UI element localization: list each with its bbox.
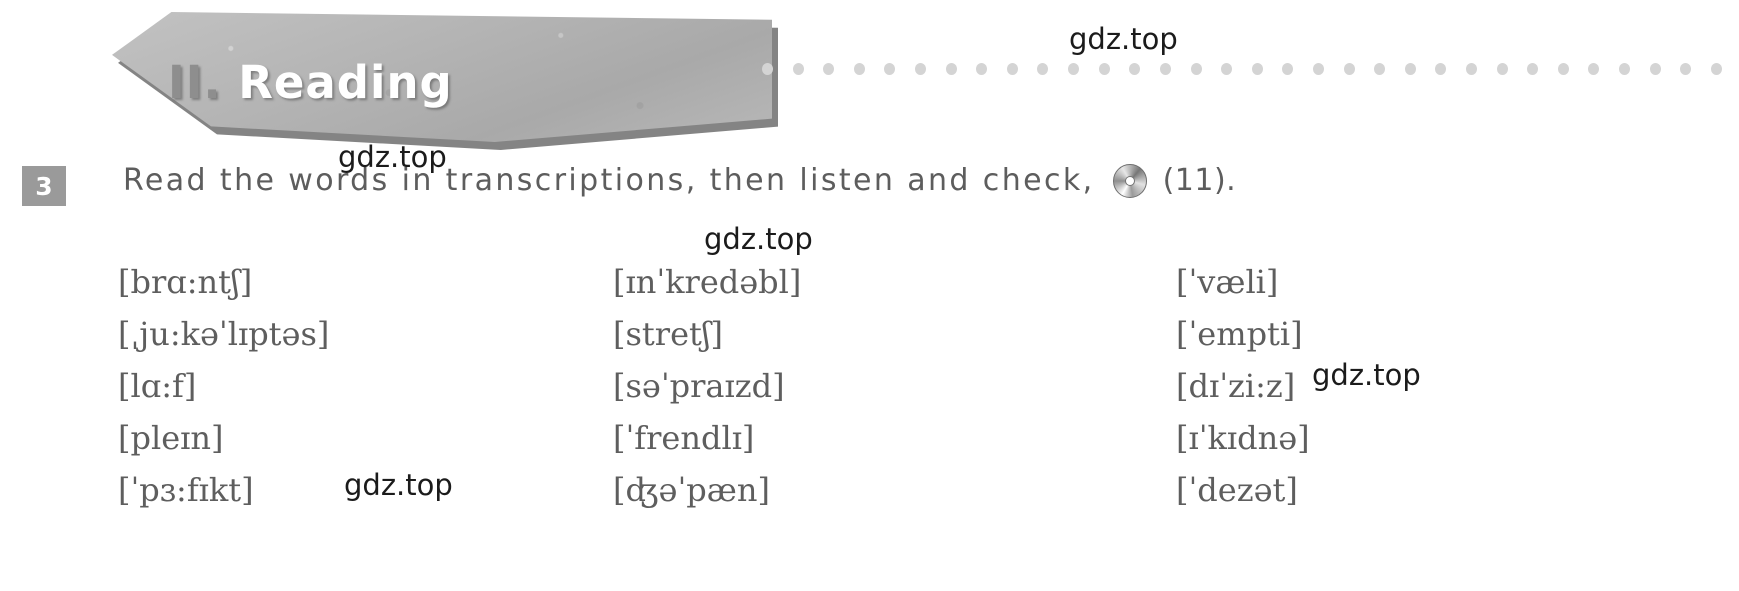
transcription-column-2: [ɪnˈkredəbl] [stretʃ] [səˈpraɪzd] [ˈfren… bbox=[613, 256, 801, 516]
cd-icon bbox=[1112, 163, 1147, 198]
rule-dot bbox=[1159, 63, 1171, 75]
transcription-item: [ˈvæli] bbox=[1176, 263, 1279, 301]
rule-dot bbox=[976, 63, 988, 75]
rule-dot bbox=[762, 63, 773, 75]
rule-dot bbox=[884, 63, 896, 75]
transcription-item: [səˈpraɪzd] bbox=[613, 367, 785, 405]
exercise-number-badge: 3 bbox=[22, 166, 66, 206]
rule-dot bbox=[1619, 63, 1631, 75]
transcription-item: [pleɪn] bbox=[118, 419, 224, 457]
rule-dot bbox=[945, 63, 957, 75]
exercise-number-label: 3 bbox=[35, 171, 53, 201]
rule-dot bbox=[1312, 63, 1324, 75]
rule-dot bbox=[1221, 63, 1233, 75]
rule-dot bbox=[1251, 63, 1263, 75]
worksheet-page: II. Reading 3 Read the words in transcri… bbox=[0, 0, 1739, 591]
transcription-item: [ˈpɜ:fɪkt] bbox=[118, 471, 254, 509]
rule-dot bbox=[1710, 63, 1722, 75]
transcription-item: [dɪˈzi:z] bbox=[1176, 367, 1296, 405]
watermark: gdz.top bbox=[1312, 358, 1421, 392]
transcription-item: [ʤəˈpæn] bbox=[613, 471, 770, 509]
rule-dot bbox=[1374, 63, 1386, 75]
transcription-item: [ɪnˈkredəbl] bbox=[613, 263, 802, 301]
section-numeral: II. bbox=[168, 56, 222, 109]
rule-dot bbox=[1343, 63, 1355, 75]
watermark: gdz.top bbox=[344, 468, 453, 502]
dotted-rule bbox=[762, 62, 1722, 76]
rule-dot bbox=[1527, 63, 1539, 75]
rule-dot bbox=[1588, 63, 1600, 75]
rule-dot bbox=[1649, 63, 1661, 75]
transcription-item: [ˌju:kəˈlɪptəs] bbox=[118, 315, 330, 353]
rule-dot bbox=[1098, 63, 1110, 75]
watermark: gdz.top bbox=[1069, 22, 1178, 56]
transcription-item: [ˈdezət] bbox=[1176, 471, 1298, 509]
rule-dot bbox=[1404, 63, 1416, 75]
section-title-label: Reading bbox=[238, 56, 453, 109]
rule-dot bbox=[823, 63, 835, 75]
rule-dot bbox=[1068, 63, 1080, 75]
transcription-item: [brɑ:ntʃ] bbox=[118, 263, 253, 301]
instruction-text: Read the words in transcriptions, then l… bbox=[123, 163, 1095, 198]
rule-dot bbox=[1680, 63, 1692, 75]
transcription-item: [ˈfrendlɪ] bbox=[613, 419, 755, 457]
transcription-item: [ˈempti] bbox=[1176, 315, 1303, 353]
watermark: gdz.top bbox=[338, 140, 447, 174]
rule-dot bbox=[915, 63, 927, 75]
rule-dot bbox=[853, 63, 865, 75]
rule-dot bbox=[1557, 63, 1569, 75]
rule-dot bbox=[792, 63, 804, 75]
transcription-item: [stretʃ] bbox=[613, 315, 724, 353]
watermark: gdz.top bbox=[704, 222, 813, 256]
rule-dot bbox=[1466, 63, 1478, 75]
transcription-item: [ɪˈkɪdnə] bbox=[1176, 419, 1310, 457]
transcription-column-3: [ˈvæli] [ˈempti] [dɪˈzi:z] [ɪˈkɪdnə] [ˈd… bbox=[1176, 256, 1310, 516]
rule-dot bbox=[1129, 63, 1141, 75]
rule-dot bbox=[1190, 63, 1202, 75]
rule-dot bbox=[1496, 63, 1508, 75]
rule-dot bbox=[1037, 63, 1049, 75]
rule-dot bbox=[1006, 63, 1018, 75]
transcription-column-1: [brɑ:ntʃ] [ˌju:kəˈlɪptəs] [lɑ:f] [pleɪn]… bbox=[118, 256, 329, 516]
transcription-columns: [brɑ:ntʃ] [ˌju:kəˈlɪptəs] [lɑ:f] [pleɪn]… bbox=[0, 256, 1739, 576]
section-title: II. Reading bbox=[168, 56, 453, 109]
rule-dot bbox=[1282, 63, 1294, 75]
rule-dot bbox=[1435, 63, 1447, 75]
section-banner: II. Reading bbox=[112, 12, 778, 150]
transcription-item: [lɑ:f] bbox=[118, 367, 197, 405]
audio-track-label: (11). bbox=[1162, 163, 1237, 198]
